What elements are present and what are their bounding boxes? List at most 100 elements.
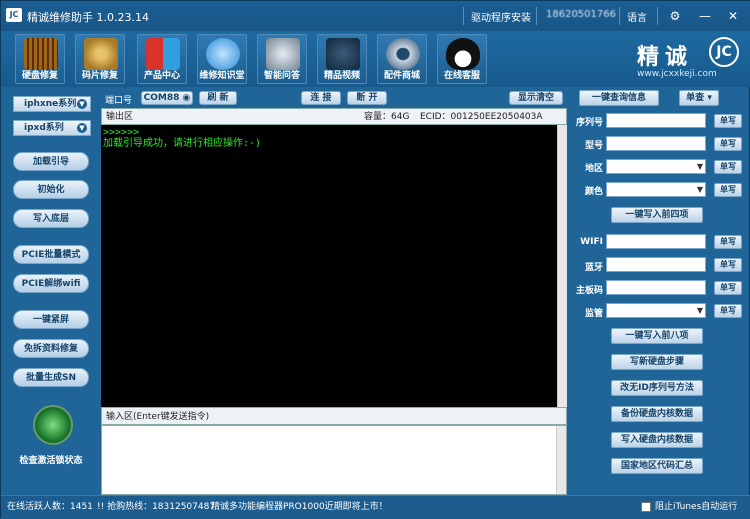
field-label: 地区 [584, 164, 603, 174]
field-label: 型号 [584, 141, 603, 151]
iphone-series-select[interactable]: iphxne系列 ▼ [13, 96, 91, 112]
tool-parts-mall[interactable]: 配件商城 [377, 34, 427, 84]
write-bluetooth-button[interactable]: 单写 [714, 258, 742, 272]
model-input[interactable] [606, 136, 706, 151]
brand-url: www.jcxxkeji.com [637, 69, 717, 79]
divider [619, 7, 620, 25]
output-console[interactable]: >>>>>> 加载引导成功，请进行相应操作:-) [101, 125, 557, 407]
write-first-eight-button[interactable]: 一键写入前八项 [611, 328, 703, 344]
write-supervision-button[interactable]: 单写 [714, 304, 742, 318]
tool-smart-qa[interactable]: 智能问答 [257, 34, 307, 84]
app-logo-icon: JC [6, 8, 22, 22]
supervision-select[interactable]: ▼ [606, 303, 706, 318]
tool-knowledge[interactable]: 维修知识堂 [197, 34, 247, 84]
board-code-input[interactable] [606, 280, 706, 295]
tool-chip-repair[interactable]: 码片修复 [75, 34, 125, 84]
window-title: 精诚维修助手 1.0.23.14 [27, 11, 149, 24]
input-title: 输入区(Enter键发送指令) [101, 407, 567, 425]
write-first-four-button[interactable]: 一键写入前四项 [611, 207, 703, 223]
app-window: JC 精诚维修助手 1.0.23.14 驱动程序安装 18620501766 语… [0, 0, 750, 519]
tool-online-support[interactable]: 在线客服 [437, 34, 487, 84]
port-select[interactable]: COM88 ◉ [141, 91, 193, 105]
online-count: 在线活跃人数：1451 [7, 502, 93, 512]
batch-generate-sn-button[interactable]: 批量生成SN [13, 368, 89, 387]
pcie-batch-button[interactable]: PCIE批量模式 [13, 245, 89, 264]
minimize-icon[interactable]: — [695, 7, 715, 25]
close-icon[interactable]: ✕ [723, 7, 743, 25]
activation-lock-check-label[interactable]: 检查激活锁状态 [5, 453, 97, 466]
refresh-button[interactable]: 刷 新 [199, 91, 237, 105]
region-select[interactable]: ▼ [606, 159, 706, 174]
right-panel: 一键查询信息 单查 ▾ 序列号 单写 型号 单写 地区 ▼ 单写 颜色 ▼ 单写… [569, 90, 749, 495]
write-color-button[interactable]: 单写 [714, 183, 742, 197]
write-wifi-button[interactable]: 单写 [714, 235, 742, 249]
output-header: 输出区 容量：64G ECID：001250EE2050403A [101, 108, 567, 125]
brand-name: 精诚 [637, 45, 694, 70]
console-line: 加载引导成功，请进行相应操作:-) [103, 138, 262, 149]
tool-product-center[interactable]: 产品中心 [137, 34, 187, 84]
one-key-button[interactable]: 一键紧屏 [13, 310, 89, 329]
load-boot-button[interactable]: 加载引导 [13, 152, 89, 171]
new-disk-steps-button[interactable]: 写新硬盘步骤 [611, 354, 703, 370]
main-toolbar: 硬盘修复 码片修复 产品中心 维修知识堂 智能问答 精品视频 配件商城 在线客服… [1, 31, 750, 87]
disconnect-button[interactable]: 断 开 [347, 91, 387, 105]
chevron-down-icon: ▼ [77, 99, 87, 109]
serial-input[interactable] [606, 113, 706, 128]
single-query-select[interactable]: 单查 ▾ [679, 90, 719, 106]
chevron-down-icon: ▼ [696, 185, 703, 194]
notice-text: 精诚多功能编程器PRO1000近期即将上市！ [211, 502, 388, 512]
divider [657, 7, 658, 25]
bluetooth-input[interactable] [606, 257, 706, 272]
color-select[interactable]: ▼ [606, 182, 706, 197]
region-code-summary-button[interactable]: 国家地区代码汇总 [611, 458, 703, 474]
backup-kernel-data-button[interactable]: 备份硬盘内核数据 [611, 406, 703, 422]
no-id-serial-method-button[interactable]: 改无ID序列号方法 [611, 380, 703, 396]
title-bar: JC 精诚维修助手 1.0.23.14 驱动程序安装 18620501766 语… [1, 1, 750, 31]
capacity-value: 容量：64G [364, 112, 410, 122]
pcie-unbind-wifi-button[interactable]: PCIE解绑wifi [13, 274, 89, 293]
chevron-down-icon: ◉ [182, 93, 191, 103]
product-blocks-icon [146, 38, 180, 70]
write-base-button[interactable]: 写入底层 [13, 209, 89, 228]
left-panel: iphxne系列 ▼ ipxd系列 ▼ 加载引导 初始化 写入底层 PCIE批量模式… [5, 91, 97, 495]
driver-install-link[interactable]: 驱动程序安装 [471, 9, 531, 24]
field-label: 序列号 [575, 118, 603, 128]
initialize-button[interactable]: 初始化 [13, 180, 89, 199]
input-scrollbar[interactable] [556, 426, 566, 494]
field-label: 颜色 [584, 187, 603, 197]
write-board-code-button[interactable]: 单写 [714, 281, 742, 295]
language-menu[interactable]: 语言 [627, 9, 647, 24]
tool-disk-repair[interactable]: 硬盘修复 [15, 34, 65, 84]
block-itunes-label: 阻止iTunes自动运行 [655, 502, 738, 512]
chevron-down-icon: ▼ [77, 123, 87, 133]
center-panel: 端口号 COM88 ◉ 刷 新 连 接 断 开 显示清空 输出区 容量：64G … [101, 91, 567, 495]
wifi-input[interactable] [606, 234, 706, 249]
write-kernel-data-button[interactable]: 写入硬盘内核数据 [611, 432, 703, 448]
video-camera-icon [326, 38, 360, 70]
brand-jc-icon: JC [709, 37, 739, 67]
write-serial-button[interactable]: 单写 [714, 114, 742, 128]
brand-logo: 精诚 JC www.jcxxkeji.com [623, 35, 743, 85]
write-region-button[interactable]: 单写 [714, 160, 742, 174]
no-disassemble-repair-button[interactable]: 免拆资料修复 [13, 339, 89, 358]
write-model-button[interactable]: 单写 [714, 137, 742, 151]
settings-icon[interactable]: ⚙ [665, 7, 685, 25]
output-scrollbar[interactable] [557, 125, 567, 407]
account-phone[interactable]: 18620501766 [546, 9, 616, 20]
connect-button[interactable]: 连 接 [301, 91, 341, 105]
status-bar: 在线活跃人数：1451 !! 抢购热线：18312507487 精诚多功能编程器… [1, 495, 750, 519]
ecid-value: ECID：001250EE2050403A [420, 112, 543, 122]
output-title: 输出区 [106, 112, 134, 122]
radar-icon[interactable] [33, 405, 73, 445]
command-input[interactable] [101, 425, 567, 495]
block-itunes-checkbox[interactable] [641, 502, 651, 512]
ipad-series-select[interactable]: ipxd系列 ▼ [13, 120, 91, 136]
field-label: 主板码 [575, 286, 603, 296]
query-info-button[interactable]: 一键查询信息 [579, 90, 659, 106]
chevron-down-icon: ▼ [696, 162, 703, 171]
hotline: !! 抢购热线：18312507487 [97, 502, 216, 512]
tool-videos[interactable]: 精品视频 [317, 34, 367, 84]
field-label: 蓝牙 [584, 263, 603, 273]
divider [463, 7, 464, 25]
clear-display-button[interactable]: 显示清空 [509, 91, 563, 105]
